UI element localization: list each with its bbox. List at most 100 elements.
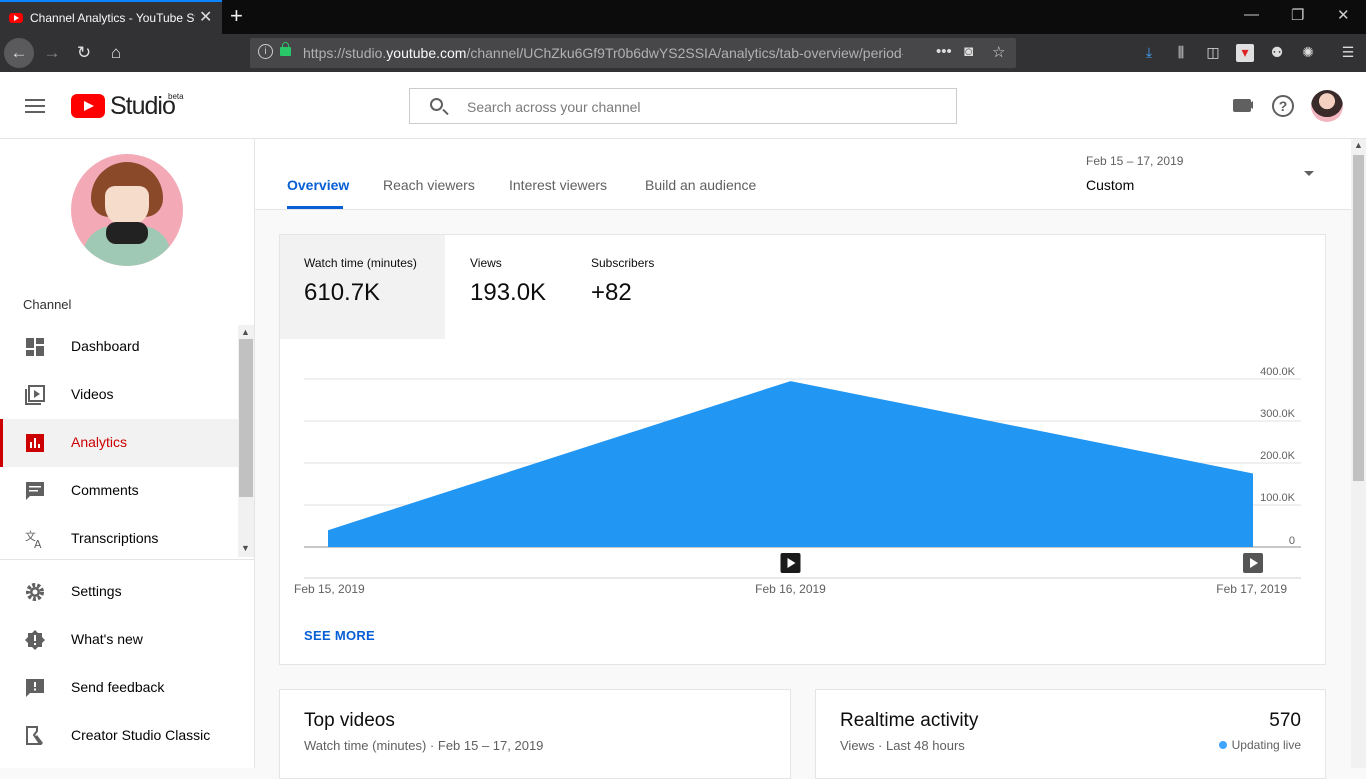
extension-3-icon[interactable]: ✺ (1299, 44, 1317, 62)
site-info-icon[interactable]: i (258, 44, 273, 59)
back-icon[interactable]: ← (4, 38, 34, 68)
account-avatar[interactable] (1311, 90, 1343, 122)
realtime-title: Realtime activity (840, 710, 978, 732)
sidebar-item-label: Settings (71, 583, 122, 599)
comments-icon (25, 481, 45, 501)
channel-label: Channel (23, 297, 71, 312)
metric-label: Watch time (minutes) (304, 256, 417, 270)
minimize-icon[interactable]: — (1244, 6, 1259, 23)
scroll-up-icon[interactable]: ▲ (241, 327, 250, 337)
sidebar-item-label: Videos (71, 386, 114, 402)
sidebar-item-label: Creator Studio Classic (71, 727, 210, 743)
x-tick-label: Feb 15, 2019 (294, 582, 365, 596)
close-window-icon[interactable]: ✕ (1337, 6, 1350, 24)
scroll-up-icon[interactable]: ▲ (1354, 140, 1363, 150)
tab-title: Channel Analytics - YouTube Studio (30, 11, 195, 25)
watch-time-chart: 0100.0K200.0K300.0K400.0KFeb 15, 2019Feb… (279, 350, 1319, 605)
realtime-card: Realtime activity Views · Last 48 hours … (815, 689, 1326, 779)
y-tick-label: 200.0K (1260, 450, 1296, 462)
realtime-status: Updating live (1219, 738, 1301, 752)
search-icon (430, 98, 443, 111)
forward-icon[interactable]: → (37, 38, 67, 68)
tab-reach-viewers[interactable]: Reach viewers (383, 177, 475, 193)
help-icon[interactable]: ? (1272, 95, 1294, 117)
chevron-down-icon[interactable] (1304, 171, 1314, 176)
see-more-link[interactable]: SEE MORE (304, 628, 375, 643)
bookmark-star-icon[interactable]: ☆ (992, 43, 1005, 61)
scroll-down-icon[interactable]: ▼ (241, 543, 250, 553)
sidebar-item-label: Comments (71, 482, 139, 498)
gear-icon (25, 582, 45, 602)
x-tick-label: Feb 17, 2019 (1216, 582, 1287, 596)
beta-badge: beta (168, 92, 184, 101)
analytics-icon (25, 433, 45, 453)
metric-label: Subscribers (591, 256, 654, 270)
youtube-play-icon (71, 94, 105, 118)
metric-views[interactable]: Views 193.0K (446, 235, 566, 339)
sidebar-item-whats-new[interactable]: What's new (0, 616, 238, 664)
top-videos-subtitle: Watch time (minutes) · Feb 15 – 17, 2019 (304, 738, 543, 753)
sidebar-item-transcriptions[interactable]: 文A Transcriptions (0, 515, 238, 563)
date-range-text[interactable]: Feb 15 – 17, 2019 (1086, 154, 1183, 168)
sidebar-item-send-feedback[interactable]: Send feedback (0, 664, 238, 712)
browser-tab[interactable]: Channel Analytics - YouTube Studio ✕ (0, 0, 222, 34)
hamburger-menu-icon[interactable] (25, 99, 45, 113)
sidebar-scrollbar[interactable]: ▲ ▼ (238, 325, 254, 557)
date-picker-value[interactable]: Custom (1086, 177, 1134, 193)
area-series (328, 381, 1253, 547)
pocket-icon[interactable]: ◙ (964, 43, 973, 60)
sidebar-item-analytics[interactable]: Analytics (0, 419, 238, 467)
scroll-thumb[interactable] (239, 339, 253, 497)
dashboard-icon (25, 337, 45, 357)
feedback-icon (25, 678, 45, 698)
address-bar[interactable]: i https://studio.youtube.com/channel/UCh… (250, 38, 1016, 68)
sidebar-item-label: Transcriptions (71, 530, 158, 546)
transcriptions-icon: 文A (25, 529, 45, 549)
logo-word: Studio (110, 92, 175, 121)
sidebar-item-settings[interactable]: Settings (0, 568, 238, 616)
sidebar-item-videos[interactable]: Videos (0, 371, 238, 419)
sidebar: Channel Dashboard Videos Analytics Comme… (0, 139, 255, 768)
tab-interest-viewers[interactable]: Interest viewers (509, 177, 607, 193)
create-video-icon[interactable] (1233, 99, 1251, 112)
extension-2-icon[interactable]: ⚉ (1268, 44, 1286, 62)
new-tab-icon[interactable]: + (230, 3, 243, 29)
alert-icon (25, 630, 45, 650)
analytics-tabs: Overview Reach viewers Interest viewers … (255, 139, 1351, 210)
tab-build-an-audience[interactable]: Build an audience (645, 177, 756, 193)
page-actions-icon[interactable]: ••• (936, 43, 952, 60)
y-tick-label: 300.0K (1260, 408, 1296, 420)
tab-overview[interactable]: Overview (287, 177, 349, 193)
realtime-subtitle: Views · Last 48 hours (840, 738, 965, 753)
sidebar-item-label: Analytics (71, 434, 127, 450)
sidebar-item-creator-studio-classic[interactable]: Creator Studio Classic (0, 712, 238, 760)
sidebar-divider (0, 559, 254, 560)
sidebar-item-label: Send feedback (71, 679, 164, 695)
y-tick-label: 400.0K (1260, 366, 1296, 378)
metric-value: 193.0K (470, 279, 546, 307)
restore-icon[interactable]: ❐ (1291, 6, 1304, 24)
sidebar-toggle-icon[interactable]: ◫ (1204, 44, 1222, 62)
sidebar-item-dashboard[interactable]: Dashboard (0, 323, 238, 371)
videos-icon (25, 385, 45, 405)
metric-watch-time[interactable]: Watch time (minutes) 610.7K (280, 235, 445, 339)
search-input[interactable]: Search across your channel (409, 88, 957, 124)
extension-icon[interactable]: ▾ (1236, 44, 1254, 62)
scroll-thumb[interactable] (1353, 155, 1364, 481)
svg-text:A: A (34, 538, 42, 549)
downloads-icon[interactable]: ⤓ (1140, 44, 1158, 62)
top-videos-title: Top videos (304, 710, 395, 732)
url-text[interactable]: https://studio.youtube.com/channel/UChZk… (303, 45, 903, 61)
menu-icon[interactable]: ☰ (1339, 44, 1357, 62)
home-icon[interactable]: ⌂ (101, 38, 131, 68)
reload-icon[interactable]: ↻ (69, 38, 99, 68)
metric-value: +82 (591, 279, 632, 307)
page-scrollbar[interactable]: ▲ (1351, 139, 1366, 768)
close-tab-icon[interactable]: ✕ (199, 7, 212, 27)
sidebar-item-comments[interactable]: Comments (0, 467, 238, 515)
classic-icon (25, 726, 45, 746)
channel-avatar[interactable] (71, 154, 183, 266)
library-icon[interactable]: ⫼ (1172, 44, 1190, 62)
x-tick-label: Feb 16, 2019 (755, 582, 826, 596)
metric-subscribers[interactable]: Subscribers +82 (567, 235, 687, 339)
